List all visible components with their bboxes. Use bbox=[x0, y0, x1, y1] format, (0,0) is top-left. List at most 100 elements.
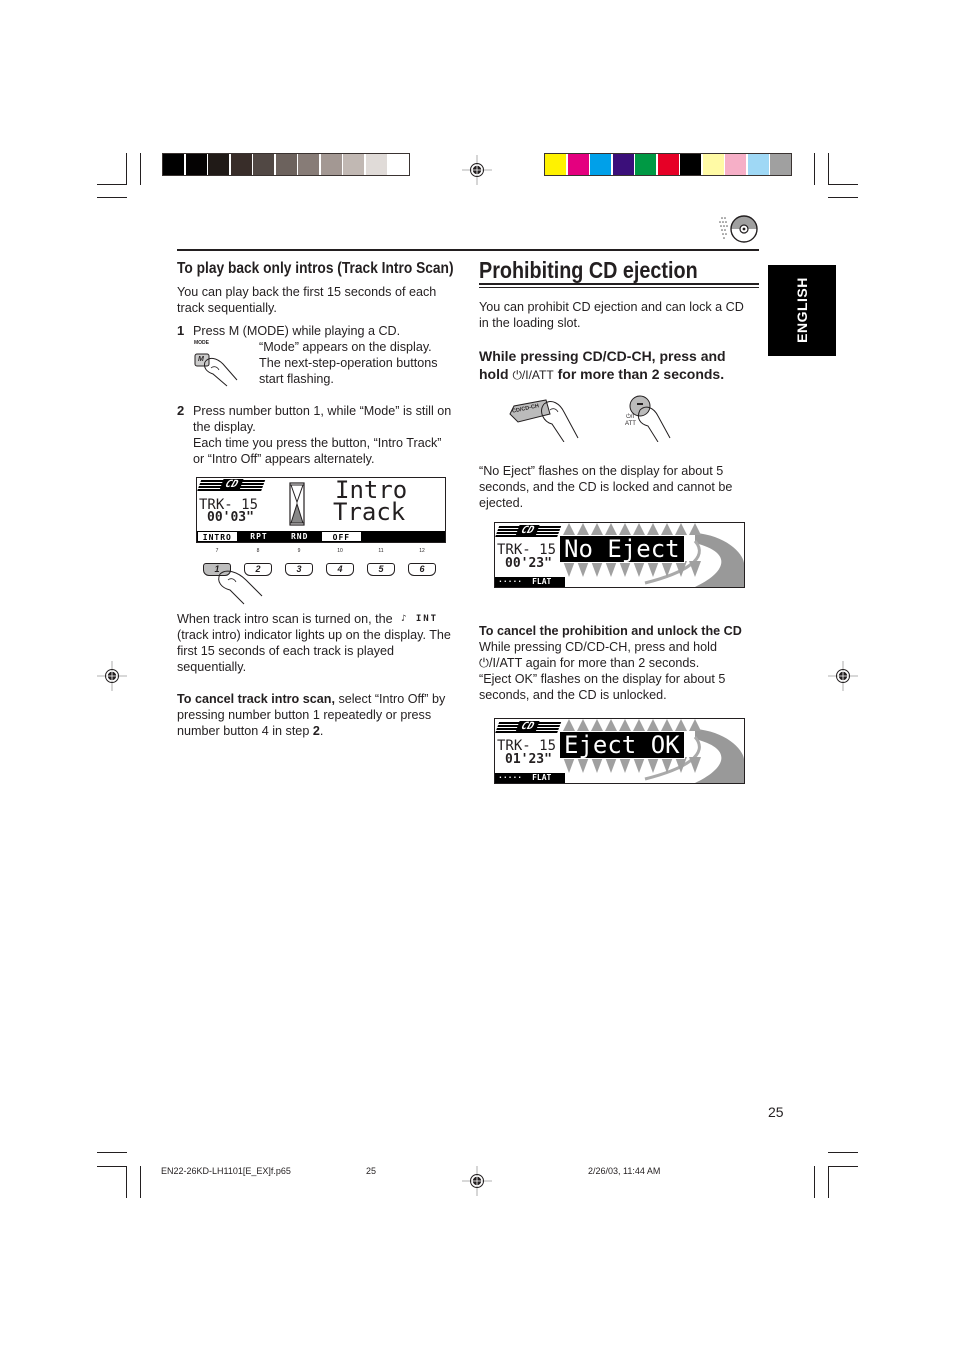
crop-mark bbox=[97, 184, 127, 185]
intro-paragraph: You can play back the first 15 seconds o… bbox=[177, 285, 437, 315]
preset-button-4[interactable]: 4 bbox=[326, 563, 354, 576]
cancel-prohibition-heading: To cancel the prohibition and unlock the… bbox=[479, 624, 742, 638]
burst-spike bbox=[661, 719, 673, 731]
burst-spike bbox=[689, 719, 701, 731]
top-rule bbox=[177, 249, 759, 251]
burst-spike bbox=[591, 561, 603, 577]
burst-spike bbox=[689, 757, 701, 773]
function-label bbox=[404, 531, 444, 542]
gray-swatch bbox=[388, 154, 409, 175]
burst-spike bbox=[647, 523, 659, 535]
burst-spike bbox=[605, 523, 617, 535]
gray-swatch bbox=[365, 154, 387, 175]
function-number-label: 8 bbox=[256, 548, 260, 554]
section-heading-intro-scan: To play back only intros (Track Intro Sc… bbox=[177, 260, 454, 277]
step-1-detail: “Mode” appears on the display. The next-… bbox=[259, 340, 438, 386]
elapsed-time: 00'23" bbox=[505, 556, 552, 571]
elapsed-time: 00'03" bbox=[207, 510, 254, 525]
burst-spike bbox=[577, 757, 589, 773]
registration-mark-icon bbox=[97, 661, 127, 691]
crop-mark bbox=[814, 153, 815, 185]
crop-mark bbox=[140, 1166, 141, 1198]
step-2-number: 2 bbox=[177, 403, 185, 418]
crop-mark bbox=[814, 1166, 815, 1198]
function-number-label: 7 bbox=[215, 548, 219, 554]
registration-mark-icon bbox=[462, 1166, 492, 1196]
function-label bbox=[363, 531, 403, 542]
mode-button-glyph: M bbox=[198, 356, 204, 363]
color-swatch bbox=[680, 154, 701, 175]
language-tab-label: ENGLISH bbox=[794, 277, 810, 343]
mode-button-press-icon bbox=[194, 353, 238, 387]
function-number-label: 11 bbox=[378, 548, 384, 554]
cancel-line-3: “Eject OK” flashes on the display for ab… bbox=[479, 672, 726, 702]
crop-mark bbox=[828, 197, 858, 198]
burst-spike bbox=[563, 757, 575, 773]
crop-mark bbox=[97, 197, 127, 198]
att-button-label-1: ⏻/I bbox=[626, 414, 635, 420]
function-label-row: INTRO RPT RND OFF bbox=[197, 531, 445, 542]
cdch-button-press-icon bbox=[509, 399, 579, 442]
burst-spike bbox=[563, 719, 575, 731]
crop-mark bbox=[828, 1166, 858, 1167]
burst-spike bbox=[647, 719, 659, 731]
preset-button-5[interactable]: 5 bbox=[367, 563, 395, 576]
burst-spike bbox=[633, 757, 645, 773]
preset-button-6[interactable]: 6 bbox=[408, 563, 436, 576]
eq-mode-bar: ····· FLAT bbox=[495, 577, 565, 587]
page-number: 25 bbox=[768, 1104, 784, 1120]
burst-spike bbox=[563, 561, 575, 577]
mode-label: MODE bbox=[194, 340, 209, 346]
burst-spike bbox=[675, 523, 687, 535]
burst-spike bbox=[619, 523, 631, 535]
burst-spike bbox=[591, 719, 603, 731]
preset-button-3[interactable]: 3 bbox=[285, 563, 313, 576]
function-label: OFF bbox=[321, 531, 362, 542]
gray-swatch bbox=[253, 154, 274, 175]
indicator-paragraph: (track intro) indicator lights up on the… bbox=[177, 628, 451, 674]
registration-mark-icon bbox=[828, 661, 858, 691]
color-swatch bbox=[635, 154, 656, 175]
burst-spike bbox=[563, 523, 575, 535]
color-swatch bbox=[590, 154, 611, 175]
burst-spike bbox=[605, 561, 617, 577]
gray-swatch bbox=[185, 154, 207, 175]
color-swatch bbox=[747, 154, 769, 175]
finger-press-icon bbox=[218, 570, 263, 605]
gray-swatch bbox=[298, 154, 319, 175]
color-swatch bbox=[657, 154, 679, 175]
function-label: INTRO bbox=[197, 531, 238, 542]
gray-swatch bbox=[163, 154, 184, 175]
burst-spike bbox=[577, 561, 589, 577]
function-number-label: 12 bbox=[419, 548, 425, 554]
crop-mark bbox=[97, 1152, 127, 1153]
lcd-display-intro-track: CD TRK- 15 00'03" Intro Track INTRO RPT RN… bbox=[196, 477, 446, 543]
burst-spike bbox=[661, 523, 673, 535]
hourglass-icon bbox=[289, 482, 305, 526]
footer-datetime: 2/26/03, 11:44 AM bbox=[588, 1166, 661, 1176]
cancel-line-1: While pressing CD/CD-CH, press and hold bbox=[479, 640, 717, 654]
color-calibration-bar bbox=[544, 153, 792, 176]
cancel-line-2: ⏻/I/ATT again for more than 2 seconds. bbox=[479, 656, 700, 670]
burst-spike bbox=[591, 523, 603, 535]
cd-source-indicator: CD bbox=[495, 525, 562, 538]
cd-source-indicator: CD bbox=[495, 721, 562, 734]
function-label: RPT bbox=[239, 531, 279, 542]
lcd-display-eject-ok: CD TRK- 15 01'23" Eject OK ····· FLAT bbox=[494, 718, 745, 784]
gray-swatch bbox=[275, 154, 297, 175]
color-swatch bbox=[725, 154, 746, 175]
burst-spike bbox=[577, 719, 589, 731]
burst-spike bbox=[619, 757, 631, 773]
crop-mark bbox=[97, 1166, 127, 1167]
eq-mode-bar: ····· FLAT bbox=[495, 773, 565, 783]
grayscale-calibration-bar bbox=[162, 153, 410, 176]
track-number: TRK- 15 bbox=[497, 542, 557, 558]
prohibit-instruction: While pressing CD/CD-CH, press and hold … bbox=[479, 348, 726, 382]
eject-message: No Eject bbox=[559, 535, 685, 563]
color-swatch bbox=[702, 154, 724, 175]
burst-spike bbox=[647, 561, 659, 577]
gray-swatch bbox=[208, 154, 229, 175]
att-button-label-2: ATT bbox=[625, 421, 636, 427]
gray-swatch bbox=[320, 154, 342, 175]
step-2-detail: Each time you press the button, “Intro T… bbox=[193, 436, 442, 466]
